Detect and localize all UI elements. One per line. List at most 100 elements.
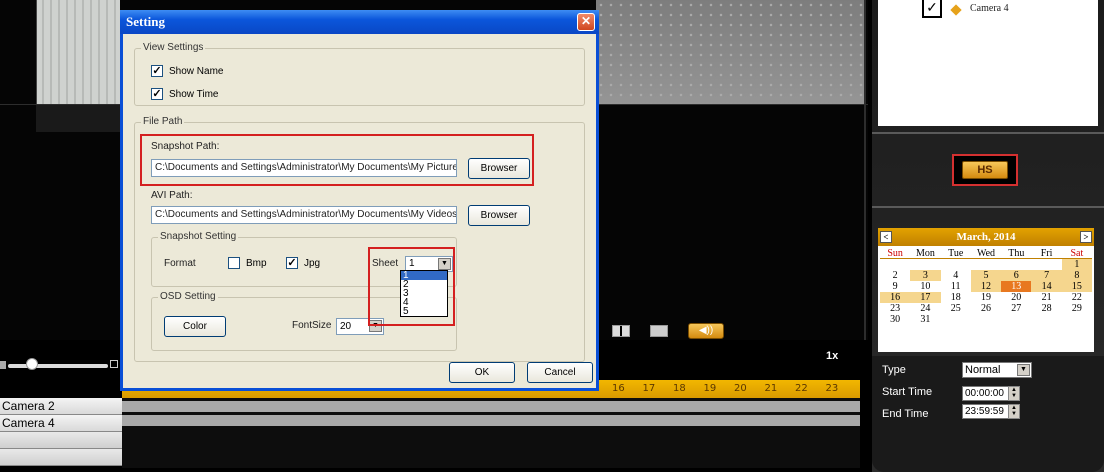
recording-track[interactable] [122, 415, 860, 426]
calendar-day[interactable]: 5 [970, 270, 1002, 281]
bmp-checkbox[interactable] [228, 257, 240, 269]
sheet-option[interactable]: 5 [401, 307, 447, 317]
group-title: Snapshot Setting [158, 231, 239, 242]
type-select[interactable]: Normal ▼ [962, 362, 1032, 378]
search-panel: Type Normal ▼ Start Time 00:00:00 ▲ ▼ End… [872, 356, 1104, 472]
calendar-day[interactable]: 16 [880, 292, 911, 303]
timeline-tick-label: 19 [703, 383, 717, 394]
format-label: Format [164, 258, 196, 269]
calendar-day[interactable]: 26 [971, 303, 1001, 314]
calendar-day[interactable]: 28 [1031, 303, 1061, 314]
dialog-titlebar[interactable]: Setting ✕ [120, 10, 599, 34]
show-name-label: Show Name [169, 65, 224, 77]
jpg-row[interactable]: ✓ Jpg [286, 257, 320, 269]
show-name-row[interactable]: ✓ Show Name [151, 65, 223, 77]
calendar-weekday: Tue [940, 248, 971, 259]
calendar-day[interactable]: 10 [910, 281, 940, 292]
camera-track-label-empty [0, 449, 122, 466]
jpg-label: Jpg [304, 257, 321, 269]
calendar-day-empty [910, 259, 940, 270]
time-spinner[interactable]: ▲ ▼ [1008, 386, 1020, 401]
camera-track-label[interactable]: Camera 2 [0, 398, 122, 415]
calendar-day[interactable]: 20 [1001, 292, 1031, 303]
calendar-day[interactable]: 4 [941, 270, 971, 281]
camera-icon [950, 4, 962, 16]
calendar-day[interactable]: 8 [1061, 270, 1092, 281]
bmp-row[interactable]: Bmp [228, 257, 267, 269]
snapshot-icon[interactable] [650, 325, 668, 337]
zoom-in-icon[interactable] [110, 360, 118, 368]
backup-icon: HS [962, 161, 1008, 179]
right-panel: ✓ Camera 4 HS < March, 2014 > Sun Mon Tue W… [872, 0, 1104, 472]
jpg-checkbox[interactable]: ✓ [286, 257, 298, 269]
avi-path-input[interactable]: C:\Documents and Settings\Administrator\… [151, 206, 457, 224]
calendar-day[interactable]: 17 [910, 292, 941, 303]
calendar-day-empty [941, 314, 971, 325]
camera-checkbox[interactable]: ✓ [922, 0, 942, 18]
show-name-checkbox[interactable]: ✓ [151, 65, 163, 77]
fontsize-label: FontSize [292, 320, 332, 331]
color-button[interactable]: Color [164, 316, 226, 337]
backup-button[interactable]: HS [952, 154, 1018, 186]
recording-track[interactable] [122, 401, 860, 412]
audio-button[interactable]: ◀)) [688, 323, 724, 339]
calendar-next-button[interactable]: > [1080, 231, 1092, 243]
calendar-prev-button[interactable]: < [880, 231, 892, 243]
calendar-grid: Sun Mon Tue Wed Thu Fri Sat 1 2 3 4 5 6 7 8 9 10 11 12 13 14… [878, 246, 1094, 325]
avi-browse-button[interactable]: Browser [468, 205, 530, 226]
calendar-day-empty [1001, 314, 1031, 325]
start-time-label: Start Time [882, 386, 933, 398]
grid-layout-icon[interactable] [612, 325, 630, 337]
sheet-dropdown-list: 12345 [400, 270, 448, 317]
time-spinner[interactable]: ▲ ▼ [1008, 404, 1020, 419]
calendar-day[interactable]: 13 [1001, 281, 1032, 292]
calendar-day[interactable]: 14 [1031, 281, 1062, 292]
calendar-day[interactable]: 24 [910, 303, 940, 314]
calendar-title: March, 2014 [956, 231, 1016, 243]
calendar-day[interactable]: 27 [1001, 303, 1031, 314]
calendar-day[interactable]: 9 [880, 281, 910, 292]
calendar-day[interactable]: 23 [880, 303, 910, 314]
camera-video-1[interactable] [36, 0, 120, 104]
calendar-day[interactable]: 1 [1061, 259, 1092, 270]
calendar-day[interactable]: 6 [1001, 270, 1032, 281]
camera-list: ✓ Camera 4 [878, 0, 1098, 126]
calendar-day[interactable]: 21 [1031, 292, 1061, 303]
calendar-day[interactable]: 2 [880, 270, 910, 281]
group-title: File Path [141, 116, 185, 127]
calendar-day[interactable]: 18 [941, 292, 971, 303]
camera-track-label[interactable]: Camera 4 [0, 415, 122, 432]
calendar-day-empty [1031, 259, 1061, 270]
calendar-day[interactable]: 3 [910, 270, 941, 281]
zoom-slider-track[interactable] [8, 364, 108, 368]
calendar-day[interactable]: 25 [941, 303, 971, 314]
calendar-day[interactable]: 19 [971, 292, 1001, 303]
calendar-header: < March, 2014 > [878, 228, 1094, 246]
calendar-day[interactable]: 7 [1031, 270, 1062, 281]
chevron-down-icon[interactable]: ▼ [1017, 364, 1030, 376]
start-time-input[interactable]: 00:00:00 ▲ ▼ [962, 386, 1020, 401]
show-time-row[interactable]: ✓ Show Time [151, 88, 218, 100]
calendar-day[interactable]: 11 [941, 281, 971, 292]
calendar-day[interactable]: 12 [970, 281, 1002, 292]
calendar-day-empty [971, 314, 1001, 325]
calendar-weekday: Fri [1031, 248, 1062, 259]
calendar-weekday: Sun [880, 248, 911, 259]
ok-button[interactable]: OK [449, 362, 515, 383]
timeline-tracks[interactable] [122, 398, 860, 468]
camera-video-2[interactable] [596, 0, 864, 104]
zoom-out-icon[interactable] [0, 361, 6, 369]
calendar-day[interactable]: 31 [910, 314, 940, 325]
show-time-checkbox[interactable]: ✓ [151, 88, 163, 100]
calendar-day[interactable]: 15 [1061, 281, 1092, 292]
calendar-day[interactable]: 30 [880, 314, 910, 325]
cancel-button[interactable]: Cancel [527, 362, 593, 383]
show-time-label: Show Time [169, 88, 219, 100]
calendar-weekday: Mon [910, 248, 941, 259]
calendar-day[interactable]: 22 [1062, 292, 1092, 303]
calendar-day[interactable]: 29 [1062, 303, 1092, 314]
camera-list-label[interactable]: Camera 4 [970, 3, 1009, 14]
close-button[interactable]: ✕ [577, 13, 595, 31]
end-time-input[interactable]: 23:59:59 ▲ ▼ [962, 404, 1020, 419]
zoom-slider-handle[interactable] [26, 358, 38, 370]
